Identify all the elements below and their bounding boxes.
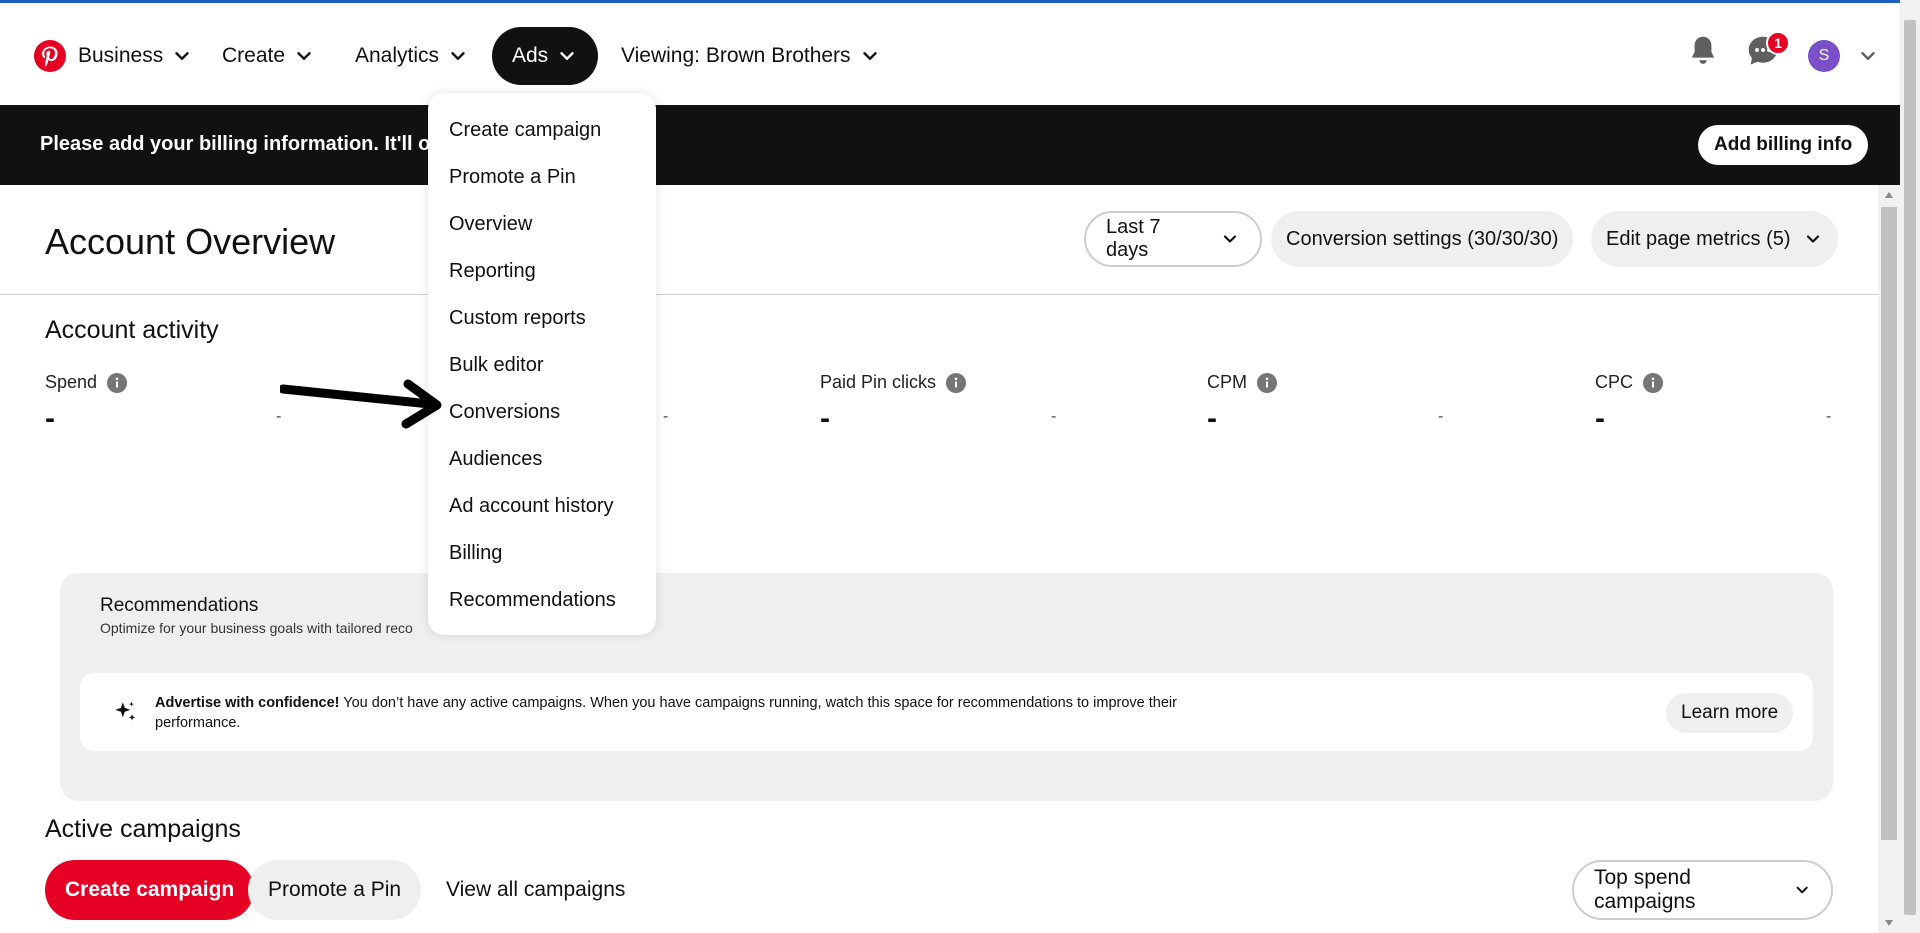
- billing-banner: Please add your billing information. It'…: [0, 105, 1900, 185]
- chevron-down-icon: [1223, 235, 1237, 243]
- chevron-down-icon: [1796, 886, 1808, 894]
- info-icon[interactable]: [1257, 372, 1277, 393]
- scroll-down-arrow-icon[interactable]: [1883, 918, 1895, 928]
- create-campaign-button[interactable]: Create campaign: [45, 860, 255, 920]
- menu-item-bulk-editor[interactable]: Bulk editor: [449, 354, 544, 377]
- metric-label-text: Spend: [45, 372, 98, 392]
- info-icon[interactable]: [107, 372, 128, 393]
- scroll-thumb[interactable]: [1881, 207, 1897, 840]
- recommendations-title: Recommendations: [100, 595, 259, 616]
- chevron-down-icon: [1806, 235, 1819, 243]
- menu-item-billing[interactable]: Billing: [449, 542, 502, 565]
- sparkle-icon: [115, 701, 136, 721]
- conversion-settings-button[interactable]: Conversion settings (30/30/30): [1271, 211, 1574, 267]
- menu-item-recommendations[interactable]: Recommendations: [449, 589, 616, 612]
- metric-cpm-label: CPM: [1207, 372, 1277, 393]
- conversion-settings-label: Conversion settings (30/30/30): [1286, 227, 1559, 250]
- pinterest-logo: [34, 40, 66, 72]
- chevron-down-icon: [175, 52, 189, 60]
- chevron-down-icon: [560, 52, 574, 60]
- menu-item-ad-account-history[interactable]: Ad account history: [449, 495, 614, 518]
- page-scrollbar[interactable]: [1878, 185, 1900, 933]
- edit-page-metrics-label: Edit page metrics (5): [1606, 227, 1791, 250]
- promote-a-pin-button[interactable]: Promote a Pin: [248, 860, 422, 920]
- menu-item-create-campaign[interactable]: Create campaign: [449, 119, 601, 142]
- recommendations-subtitle: Optimize for your business goals with ta…: [100, 620, 413, 636]
- info-icon[interactable]: [1643, 372, 1664, 393]
- menu-item-conversions[interactable]: Conversions: [449, 401, 560, 424]
- metric-label-text: Paid Pin clicks: [820, 372, 937, 392]
- metric-cpc-value: -: [1595, 402, 1605, 435]
- metric-cpc-change: -: [1826, 408, 1832, 425]
- nav-ads[interactable]: Ads: [492, 27, 599, 85]
- menu-item-promote-a-pin[interactable]: Promote a Pin: [449, 166, 576, 189]
- recommendation-card: Advertise with confidence! You don’t hav…: [80, 673, 1813, 751]
- billing-banner-text: Please add your billing information. It'…: [40, 133, 443, 155]
- add-billing-info-button[interactable]: Add billing info: [1698, 125, 1869, 165]
- nav-ads-label: Ads: [512, 44, 549, 67]
- active-campaigns-title: Active campaigns: [45, 815, 241, 843]
- info-icon[interactable]: [946, 372, 967, 393]
- nav-create[interactable]: Create: [222, 27, 315, 85]
- edit-page-metrics-button[interactable]: Edit page metrics (5): [1591, 211, 1838, 267]
- learn-more-button[interactable]: Learn more: [1666, 693, 1794, 733]
- annotation-arrow: [280, 379, 442, 429]
- menu-item-reporting[interactable]: Reporting: [449, 260, 536, 283]
- scroll-up-arrow-icon[interactable]: [1883, 190, 1895, 200]
- view-all-campaigns-link[interactable]: View all campaigns: [426, 860, 645, 920]
- ads-dropdown-menu: Create campaign Promote a Pin Overview R…: [428, 93, 656, 635]
- metric-paid-pin-clicks-value: -: [820, 402, 830, 435]
- metric-label-text: CPC: [1595, 372, 1634, 392]
- metric-cpc-label: CPC: [1595, 372, 1664, 393]
- top-spend-campaigns-label: Top spend campaigns: [1594, 866, 1696, 913]
- page-title-bar: Account Overview Last 7 days Conversion …: [0, 185, 1878, 295]
- metric-label-text: CPM: [1207, 372, 1247, 392]
- recommendations-panel: Recommendations Optimize for your busine…: [60, 573, 1833, 801]
- date-range-select[interactable]: Last 7 days: [1084, 211, 1262, 267]
- menu-item-audiences[interactable]: Audiences: [449, 448, 542, 471]
- nav-business-label: Business: [78, 44, 164, 67]
- recommendation-bold-text: Advertise with confidence!: [155, 695, 340, 711]
- menu-item-overview[interactable]: Overview: [449, 213, 532, 236]
- window-scrollbar[interactable]: [1900, 0, 1920, 933]
- nav-viewing-label: Viewing: Brown Brothers: [621, 44, 851, 67]
- account-activity-title: Account activity: [45, 316, 219, 344]
- metric-cpm-change: -: [1438, 408, 1444, 425]
- metric-spend-value: -: [45, 402, 55, 435]
- date-range-label: Last 7 days: [1106, 216, 1161, 261]
- recommendation-text: Advertise with confidence! You don’t hav…: [155, 693, 1215, 733]
- top-spend-campaigns-select[interactable]: Top spend campaigns: [1572, 860, 1833, 920]
- chevron-down-icon: [297, 52, 311, 60]
- account-chevron-down-icon[interactable]: [1857, 45, 1879, 67]
- nav-business[interactable]: Business: [34, 27, 193, 85]
- chevron-down-icon: [451, 52, 465, 60]
- metric-cpm-value: -: [1207, 402, 1217, 435]
- avatar[interactable]: S: [1808, 40, 1840, 72]
- metric-paid-pin-clicks-label: Paid Pin clicks: [820, 372, 967, 393]
- nav-create-label: Create: [222, 44, 286, 67]
- nav-analytics[interactable]: Analytics: [355, 27, 469, 85]
- metric-2-change: -: [663, 408, 669, 425]
- window-scroll-thumb[interactable]: [1904, 20, 1916, 915]
- messages-badge: 1: [1766, 31, 1790, 55]
- nav-analytics-label: Analytics: [355, 44, 440, 67]
- page-title: Account Overview: [45, 221, 336, 262]
- top-navigation: Business Create Analytics Ads Viewing: B…: [0, 3, 1900, 105]
- metric-spend-label: Spend: [45, 372, 128, 393]
- chevron-down-icon: [862, 52, 877, 60]
- metric-paid-pin-clicks-change: -: [1051, 408, 1057, 425]
- nav-viewing-account[interactable]: Viewing: Brown Brothers: [621, 27, 881, 85]
- menu-item-custom-reports[interactable]: Custom reports: [449, 307, 586, 330]
- bell-icon[interactable]: [1685, 33, 1721, 69]
